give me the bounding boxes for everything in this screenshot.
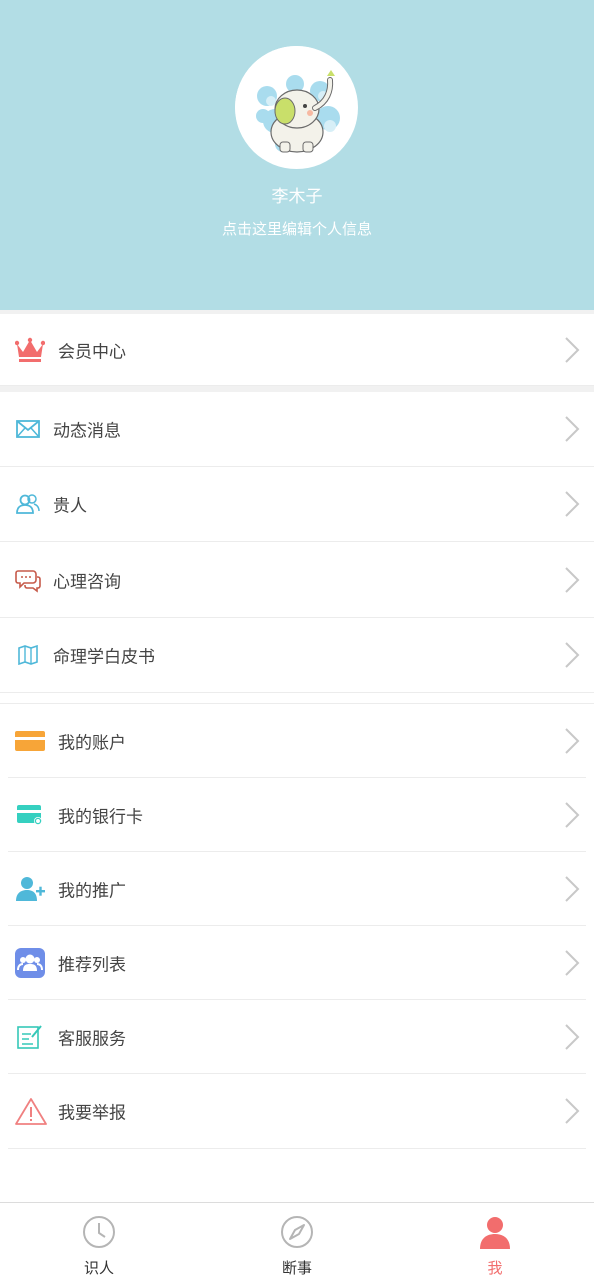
menu-item-vip-center[interactable]: 会员中心 bbox=[0, 314, 594, 386]
menu-item-label: 心理咨询 bbox=[53, 572, 121, 592]
menu-item-label: 我的推广 bbox=[58, 881, 126, 901]
menu-item-label: 我的账户 bbox=[58, 733, 126, 753]
chevron-right-icon bbox=[565, 727, 580, 754]
tab-me[interactable]: 我 bbox=[396, 1203, 594, 1281]
tab-label: 断事 bbox=[281, 1259, 312, 1277]
people-icon bbox=[16, 492, 40, 516]
menu-item-recommend-list[interactable]: 推荐列表 bbox=[8, 926, 586, 1000]
chevron-right-icon bbox=[565, 566, 580, 593]
menu-item-bank-card[interactable]: 我的银行卡 bbox=[8, 778, 586, 852]
menu-item-my-account[interactable]: 我的账户 bbox=[8, 704, 586, 778]
compass-icon bbox=[281, 1216, 313, 1248]
chevron-right-icon bbox=[565, 491, 580, 517]
profile-header[interactable]: 李木子 点击这里编辑个人信息 bbox=[0, 0, 594, 310]
chevron-right-icon bbox=[565, 416, 580, 442]
chevron-right-icon bbox=[565, 1023, 580, 1050]
tab-label: 识人 bbox=[83, 1259, 114, 1277]
menu-item-customer-service[interactable]: 客服服务 bbox=[8, 1000, 586, 1074]
warning-icon bbox=[15, 1096, 47, 1126]
menu-item-label: 我要举报 bbox=[58, 1103, 126, 1124]
chevron-right-icon bbox=[565, 642, 580, 668]
chevron-right-icon bbox=[565, 875, 580, 902]
menu-item-label: 贵人 bbox=[53, 496, 87, 517]
tab-judge-matters[interactable]: 断事 bbox=[198, 1203, 396, 1281]
edit-note-icon bbox=[17, 1024, 43, 1050]
divider bbox=[0, 692, 594, 704]
chevron-right-icon bbox=[565, 1098, 580, 1124]
chevron-right-icon bbox=[565, 801, 580, 828]
crown-icon bbox=[15, 335, 45, 365]
menu-item-label: 命理学白皮书 bbox=[53, 647, 155, 668]
avatar[interactable] bbox=[235, 46, 358, 169]
chevron-right-icon bbox=[565, 949, 580, 976]
menu-item-whitepaper[interactable]: 命理学白皮书 bbox=[0, 618, 594, 693]
menu-item-label: 客服服务 bbox=[58, 1029, 126, 1049]
menu-item-report[interactable]: 我要举报 bbox=[8, 1074, 586, 1149]
group-icon bbox=[15, 947, 45, 978]
edit-profile-hint[interactable]: 点击这里编辑个人信息 bbox=[0, 218, 594, 239]
chat-bubbles-icon bbox=[15, 567, 41, 593]
card-icon bbox=[15, 730, 45, 752]
menu-item-label: 会员中心 bbox=[58, 342, 126, 362]
menu-item-label: 动态消息 bbox=[53, 421, 121, 442]
menu-item-counseling[interactable]: 心理咨询 bbox=[0, 542, 594, 618]
map-book-icon bbox=[17, 644, 39, 666]
menu-item-benefactor[interactable]: 贵人 bbox=[0, 467, 594, 542]
menu-item-label: 推荐列表 bbox=[58, 955, 126, 975]
menu-item-news[interactable]: 动态消息 bbox=[0, 392, 594, 467]
bottom-tab-bar: 识人 断事 我 bbox=[0, 1202, 594, 1280]
tab-identify-people[interactable]: 识人 bbox=[0, 1203, 198, 1281]
user-name: 李木子 bbox=[271, 187, 323, 207]
chevron-right-icon bbox=[565, 336, 580, 363]
add-user-icon bbox=[16, 876, 46, 902]
tab-label: 我 bbox=[487, 1259, 503, 1277]
person-icon bbox=[480, 1217, 510, 1249]
envelope-icon bbox=[16, 417, 40, 441]
menu-item-label: 我的银行卡 bbox=[58, 807, 143, 827]
menu-item-my-promotion[interactable]: 我的推广 bbox=[8, 852, 586, 926]
elephant-avatar-icon bbox=[235, 46, 357, 168]
clock-icon bbox=[83, 1216, 115, 1248]
bank-card-icon bbox=[17, 804, 43, 826]
